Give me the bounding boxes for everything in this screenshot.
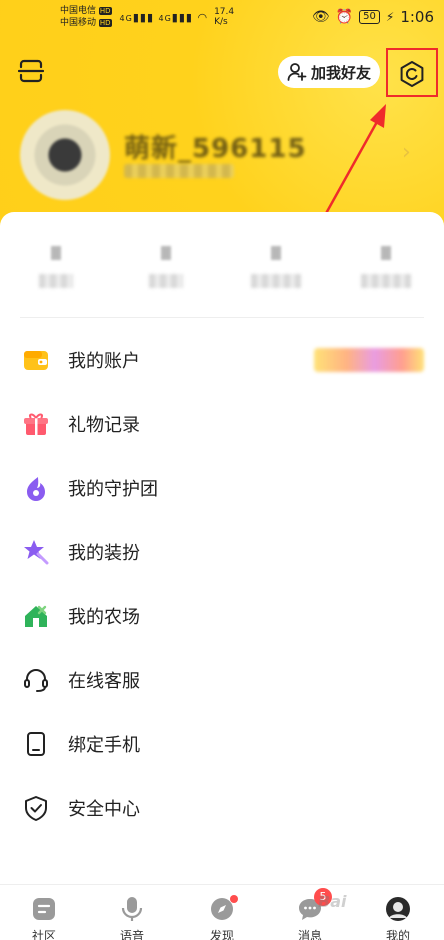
- menu-item-security-center[interactable]: 安全中心: [0, 780, 444, 836]
- shield-icon: [22, 794, 50, 822]
- stat-item[interactable]: [346, 242, 426, 302]
- settings-button[interactable]: [386, 50, 438, 98]
- add-friend-label: 加我好友: [310, 63, 371, 82]
- message-badge: 5: [314, 888, 332, 906]
- charging-icon: ⚡: [385, 10, 395, 24]
- voice-icon: [118, 895, 146, 923]
- headset-icon: [22, 666, 50, 694]
- stat-item[interactable]: [16, 242, 96, 302]
- stats-row: [0, 242, 444, 302]
- tab-community[interactable]: 社区: [14, 885, 74, 940]
- settings-icon: [400, 61, 424, 87]
- menu-item-dress-up[interactable]: 我的装扮: [0, 524, 444, 580]
- carrier-info: 中国电信 HD 中国移动 HD: [60, 5, 112, 29]
- stat-value: [271, 246, 281, 260]
- bottom-tab-bar: 社区 语音 发现 5 消息 我的: [0, 884, 444, 940]
- wallet-icon: [22, 346, 50, 374]
- stat-label: [251, 274, 301, 288]
- community-icon: [30, 895, 58, 923]
- clock: 1:06: [400, 8, 434, 26]
- stat-label: [39, 274, 73, 288]
- stat-value: [51, 246, 61, 260]
- stat-value: [161, 246, 171, 260]
- tab-label: 发现: [209, 929, 234, 940]
- menu-item-label: 在线客服: [68, 671, 140, 692]
- stat-item[interactable]: [126, 242, 206, 302]
- gift-icon: [22, 410, 50, 438]
- user-id: [124, 164, 234, 178]
- menu-item-label: 绑定手机: [68, 735, 140, 756]
- tab-label: 社区: [31, 929, 56, 940]
- scan-icon: [18, 59, 44, 83]
- stat-value: [381, 246, 391, 260]
- tab-profile[interactable]: 我的: [368, 885, 428, 940]
- battery-indicator: 50: [359, 10, 380, 24]
- add-user-icon: [287, 63, 307, 81]
- stat-label: [149, 274, 183, 288]
- tab-messages[interactable]: 5 消息: [280, 885, 340, 940]
- star-wand-icon: [22, 538, 50, 566]
- guard-icon: [22, 474, 50, 502]
- menu-item-guard-team[interactable]: 我的守护团: [0, 460, 444, 516]
- divider: [20, 317, 424, 318]
- chevron-right-icon[interactable]: ›: [402, 140, 411, 165]
- username: 萌新_596115: [124, 134, 307, 164]
- menu-item-account[interactable]: 我的账户: [0, 332, 444, 388]
- tab-discover[interactable]: 发现: [192, 885, 252, 940]
- avatar[interactable]: [20, 110, 110, 200]
- menu-item-label: 礼物记录: [68, 415, 140, 436]
- tab-label: 消息: [297, 929, 322, 940]
- network-speed: 17.4 K/s: [214, 7, 235, 27]
- menu-item-customer-service[interactable]: 在线客服: [0, 652, 444, 708]
- farm-icon: [22, 602, 50, 630]
- main-card: 我的账户 礼物记录 我的守护团 我的装扮 我的农场 在线客服 绑定手机 安全中心: [0, 212, 444, 884]
- menu-item-label: 我的账户: [68, 351, 140, 372]
- stat-item[interactable]: [236, 242, 316, 302]
- profile-icon: [384, 895, 412, 923]
- eye-icon: 👁: [311, 9, 330, 25]
- alarm-icon: ⏰: [335, 9, 354, 25]
- tab-label: 语音: [119, 929, 144, 940]
- account-promo-banner[interactable]: [314, 348, 424, 372]
- signal-icon: 4G▮▮▮ 4G▮▮▮ ◠: [119, 10, 209, 24]
- menu-item-bind-phone[interactable]: 绑定手机: [0, 716, 444, 772]
- menu-item-label: 安全中心: [68, 799, 140, 820]
- stat-label: [361, 274, 411, 288]
- menu-item-farm[interactable]: 我的农场: [0, 588, 444, 644]
- scan-menu-button[interactable]: [16, 56, 46, 86]
- carrier-2: 中国移动 HD: [60, 18, 112, 28]
- phone-icon: [22, 730, 50, 758]
- tab-label: 我的: [385, 929, 410, 940]
- carrier-1: 中国电信 HD: [60, 6, 112, 16]
- status-bar: 中国电信 HD 中国移动 HD 4G▮▮▮ 4G▮▮▮ ◠ 17.4 K/s 👁 …: [0, 0, 444, 34]
- discover-dot: [230, 895, 238, 903]
- tab-voice[interactable]: 语音: [102, 885, 162, 940]
- menu-item-label: 我的装扮: [68, 543, 140, 564]
- menu-item-gift-records[interactable]: 礼物记录: [0, 396, 444, 452]
- menu-item-label: 我的守护团: [68, 479, 158, 500]
- add-friend-button[interactable]: 加我好友: [278, 56, 380, 88]
- menu-item-label: 我的农场: [68, 607, 140, 628]
